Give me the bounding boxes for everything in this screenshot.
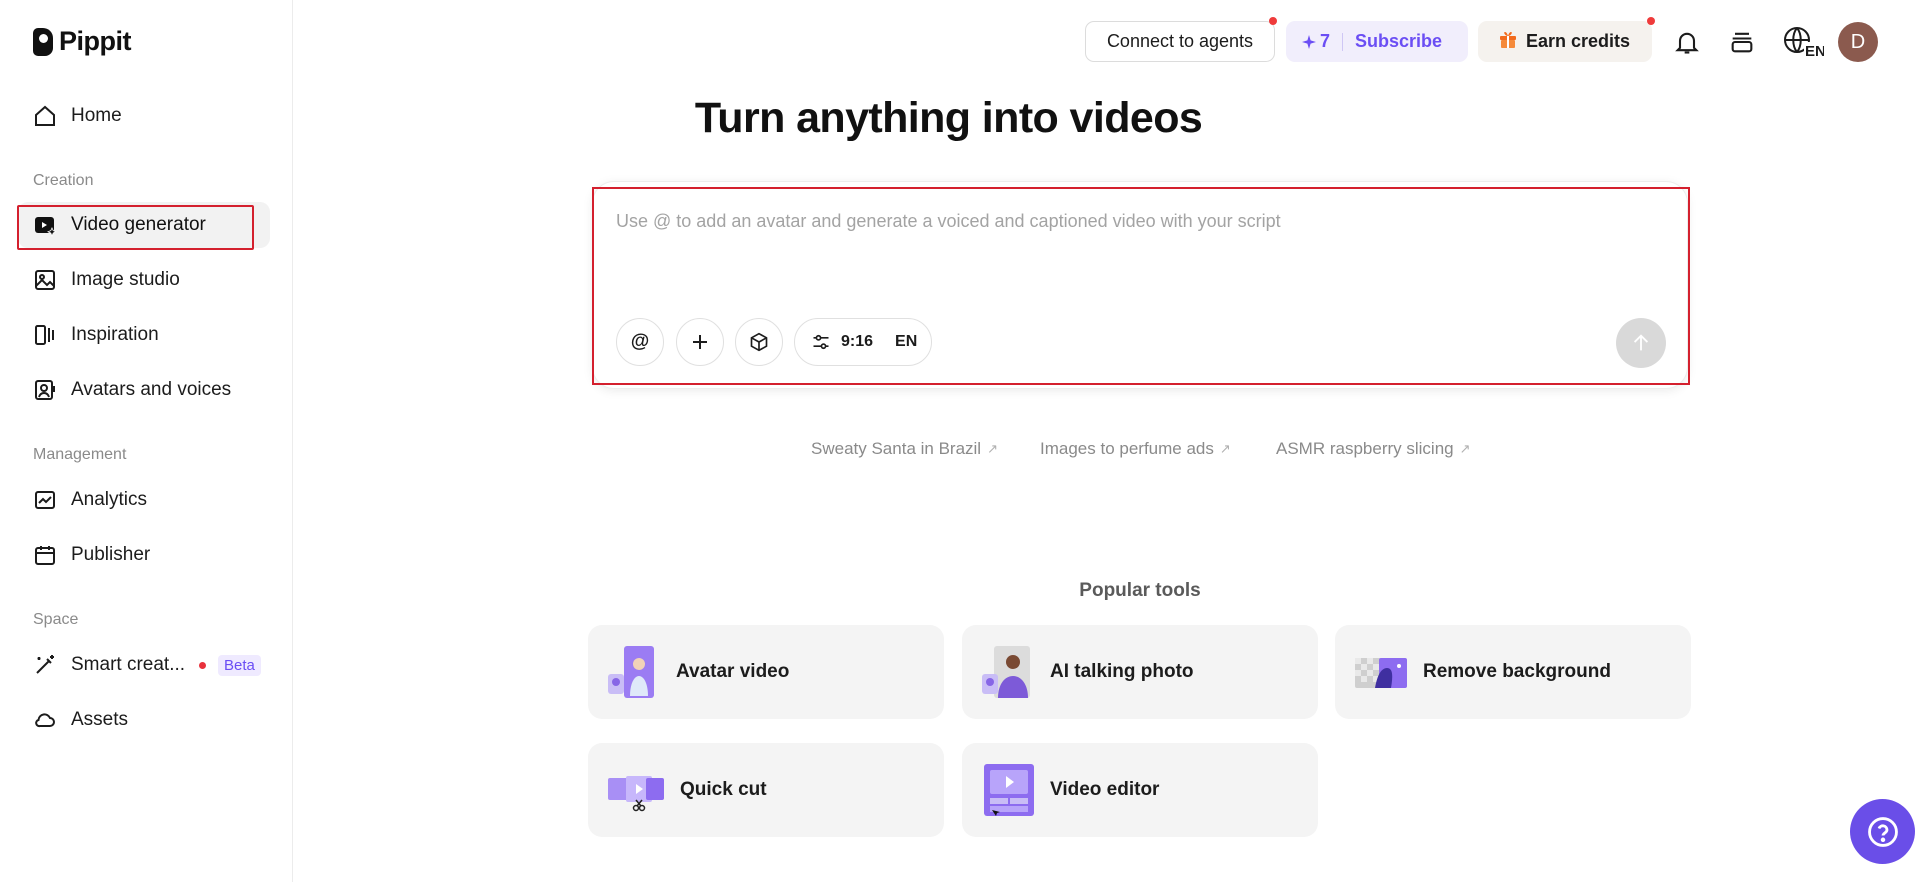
question-icon	[1867, 816, 1898, 847]
tool-card-label: Avatar video	[676, 661, 790, 682]
prompt-language-value: EN	[895, 333, 918, 350]
stack-menu-icon[interactable]	[1726, 26, 1758, 58]
video-generator-icon	[33, 213, 57, 237]
tool-card-avatar-video[interactable]: Avatar video	[588, 625, 944, 719]
section-label-space: Space	[33, 611, 79, 628]
aspect-ratio-value: 9:16	[841, 333, 874, 350]
page-title: Turn anything into videos	[0, 94, 1920, 143]
sidebar-item-analytics[interactable]: Analytics	[18, 477, 270, 523]
quick-cut-thumbnail	[606, 762, 666, 818]
suggestion-label: Sweaty Santa in Brazil	[811, 439, 982, 458]
suggestion-chip[interactable]: ASMR raspberry slicing ↗	[1276, 439, 1471, 459]
mention-button[interactable]: @	[616, 318, 664, 366]
gift-icon	[1498, 29, 1518, 54]
sidebar-item-inspiration[interactable]: Inspiration	[18, 312, 270, 358]
arrow-up-icon	[1633, 334, 1649, 351]
notification-dot	[1647, 17, 1655, 25]
send-button[interactable]	[1616, 318, 1666, 368]
sidebar-item-label: Smart creat...	[71, 654, 186, 675]
cloud-icon	[33, 708, 57, 732]
sidebar-item-label: Assets	[71, 709, 129, 730]
tool-card-label: AI talking photo	[1050, 661, 1194, 682]
image-studio-icon	[33, 268, 57, 292]
notification-bell-icon[interactable]	[1671, 26, 1703, 58]
credits-count: 7	[1302, 31, 1330, 52]
talking-photo-thumbnail	[980, 644, 1036, 700]
model-button[interactable]	[735, 318, 783, 366]
arrow-up-right-icon: ↗	[1219, 441, 1231, 456]
brand-name: Pippit	[59, 26, 132, 56]
video-editor-thumbnail	[980, 762, 1036, 818]
section-label-management: Management	[33, 446, 127, 463]
arrow-up-right-icon: ↗	[1459, 441, 1471, 456]
sidebar-item-label: Inspiration	[71, 324, 159, 345]
avatar-initial: D	[1850, 30, 1866, 53]
beta-badge: Beta	[218, 654, 261, 676]
language-globe-icon[interactable]: EN	[1782, 26, 1824, 59]
cube-icon	[750, 332, 768, 352]
tool-card-quick-cut[interactable]: Quick cut	[588, 743, 944, 837]
notification-dot	[199, 661, 207, 669]
arrow-up-right-icon: ↗	[987, 441, 998, 456]
earn-credits-label: Earn credits	[1526, 31, 1631, 51]
tool-card-ai-talking-photo[interactable]: AI talking photo	[962, 625, 1318, 719]
video-settings-button[interactable]: 9:16 EN	[794, 318, 932, 366]
sidebar-item-image-studio[interactable]: Image studio	[18, 257, 270, 303]
subscribe-button[interactable]: 7 Subscribe	[1286, 21, 1468, 62]
earn-credits-button[interactable]: Earn credits	[1478, 21, 1652, 62]
suggestion-chip[interactable]: Images to perfume ads ↗	[1040, 439, 1231, 459]
analytics-icon	[33, 488, 57, 512]
sidebar-item-label: Video generator	[71, 214, 206, 235]
sidebar-item-label: Analytics	[71, 489, 148, 510]
tool-card-remove-background[interactable]: Remove background	[1335, 625, 1691, 719]
connect-to-agents-button[interactable]: Connect to agents	[1085, 21, 1275, 62]
suggestion-label: Images to perfume ads	[1040, 439, 1214, 458]
avatar-video-thumbnail	[606, 644, 662, 700]
sidebar-item-label: Publisher	[71, 544, 151, 565]
sliders-icon	[813, 334, 829, 350]
section-label-creation: Creation	[33, 172, 94, 189]
subscribe-label: Subscribe	[1355, 31, 1443, 51]
at-sign-icon: @	[630, 331, 650, 352]
prompt-input[interactable]	[616, 206, 1656, 236]
add-button[interactable]	[676, 318, 724, 366]
tool-card-video-editor[interactable]: Video editor	[962, 743, 1318, 837]
sidebar-item-publisher[interactable]: Publisher	[18, 532, 270, 578]
remove-background-thumbnail	[1353, 644, 1409, 700]
inspiration-icon	[33, 323, 57, 347]
notification-dot	[1269, 17, 1277, 25]
suggestion-label: ASMR raspberry slicing	[1276, 439, 1454, 458]
credits-value: 7	[1320, 31, 1331, 51]
plus-icon	[693, 335, 707, 349]
popular-tools-heading: Popular tools	[1079, 580, 1201, 601]
brand-logo[interactable]: Pippit	[33, 26, 132, 57]
help-button[interactable]	[1850, 799, 1915, 864]
tool-card-label: Video editor	[1050, 779, 1160, 800]
sidebar-item-smart-creation[interactable]: Smart creat... Beta	[18, 642, 270, 688]
connect-label: Connect to agents	[1106, 31, 1254, 51]
divider	[1342, 32, 1344, 51]
suggestion-chip[interactable]: Sweaty Santa in Brazil ↗	[811, 439, 998, 459]
page-title-text: Turn anything into videos	[694, 94, 1203, 142]
pippit-logo-icon	[33, 27, 53, 56]
tool-card-label: Quick cut	[680, 779, 767, 800]
sidebar-item-label: Avatars and voices	[71, 379, 232, 400]
calendar-icon	[33, 543, 57, 567]
tool-card-label: Remove background	[1423, 661, 1611, 682]
language-code: EN	[1805, 43, 1824, 59]
avatar-voice-icon	[33, 378, 57, 402]
user-avatar[interactable]: D	[1838, 22, 1878, 62]
sidebar-item-label: Image studio	[71, 269, 180, 290]
sidebar-item-video-generator[interactable]: Video generator	[18, 202, 270, 248]
magic-wand-icon	[33, 653, 57, 677]
sparkle-icon	[1302, 34, 1316, 49]
sidebar-item-avatars-voices[interactable]: Avatars and voices	[18, 367, 270, 413]
sidebar-item-assets[interactable]: Assets	[18, 697, 270, 743]
